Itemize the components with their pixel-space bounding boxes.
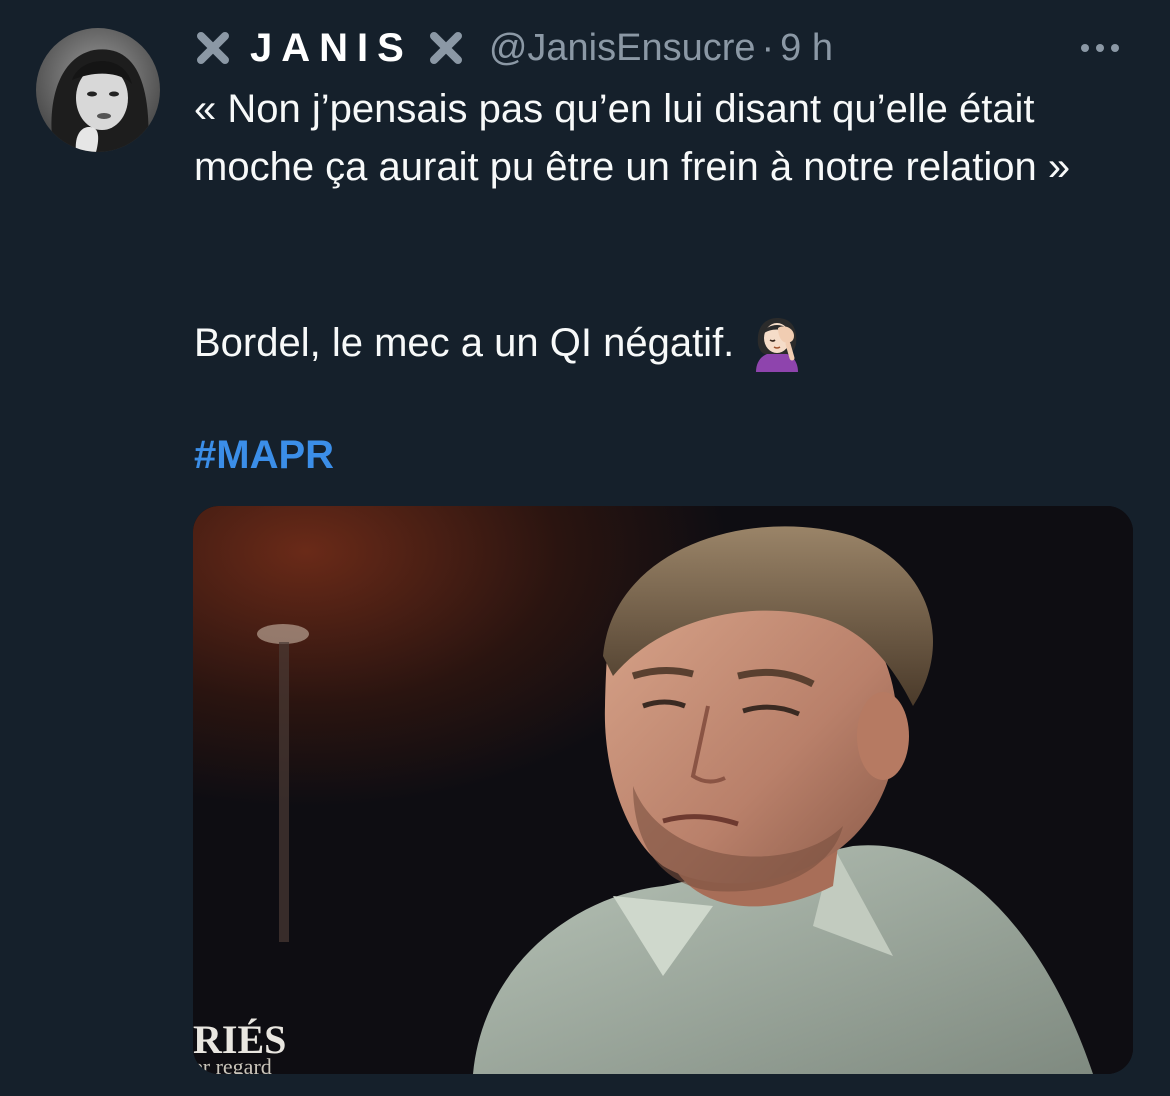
ellipsis-icon (1111, 44, 1119, 52)
ellipsis-icon (1081, 44, 1089, 52)
avatar[interactable] (36, 28, 160, 152)
timestamp[interactable]: 9 h (780, 27, 833, 70)
tweet-comment-text: Bordel, le mec a un QI négatif. (194, 321, 735, 365)
user-handle[interactable]: @JanisEnsucre (489, 27, 756, 70)
display-name[interactable]: JANIS (250, 26, 413, 71)
hashtag-link[interactable]: #MAPR (194, 426, 334, 484)
tweet-header: JANIS @JanisEnsucre · 9 h (196, 22, 833, 74)
more-options-button[interactable] (1070, 26, 1130, 70)
woman-facepalming-emoji (756, 318, 799, 372)
tweet-text: « Non j’pensais pas qu’en lui disant qu’… (194, 80, 1134, 196)
cross-mark-icon (429, 32, 462, 64)
tweet-comment: Bordel, le mec a un QI négatif. (194, 314, 806, 372)
separator-dot: · (761, 26, 775, 69)
tweet-quote-text: « Non j’pensais pas qu’en lui disant qu’… (194, 87, 1071, 189)
tweet-card[interactable]: JANIS @JanisEnsucre · 9 h « Non j’pensai… (0, 0, 1170, 1096)
ellipsis-icon (1096, 44, 1104, 52)
media-watermark-sub: er regard (193, 1054, 272, 1074)
media-photo (193, 506, 1133, 1074)
cross-mark-icon (197, 32, 229, 64)
tweet-media-image[interactable]: RIÉS er regard (193, 506, 1133, 1074)
